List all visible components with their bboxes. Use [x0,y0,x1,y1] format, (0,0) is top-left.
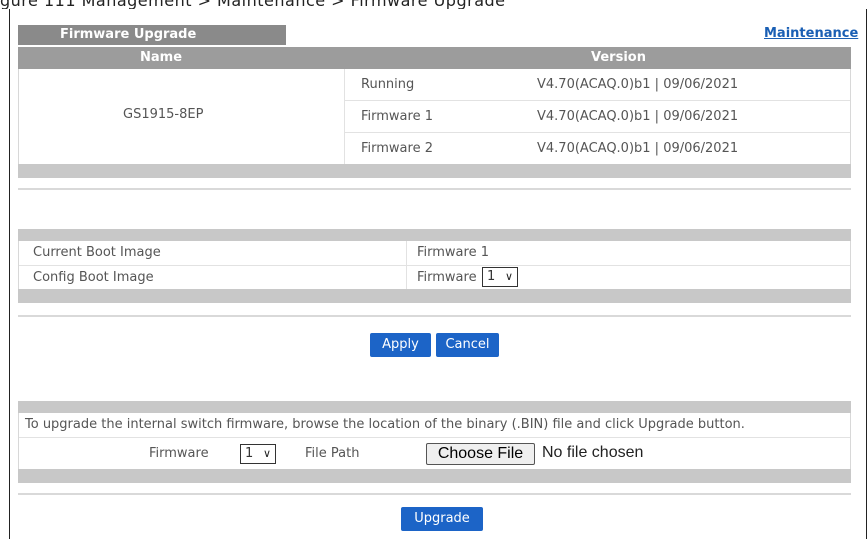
current-boot-value: Firmware 1 [417,245,489,260]
apply-button[interactable]: Apply [370,333,431,357]
current-boot-label: Current Boot Image [33,245,161,260]
firmware-selected: 1 [245,446,254,461]
device-name: GS1915-8EP [123,107,204,122]
version-row-label: Firmware 1 [361,109,433,124]
table-footer-bar [18,164,851,178]
column-divider [344,69,345,164]
boot-image-table: Current Boot Image Firmware 1 Config Boo… [18,241,851,289]
cancel-button[interactable]: Cancel [436,333,499,357]
row-divider [19,437,850,438]
version-table-header: Name Version [18,47,851,69]
version-row-label: Firmware 2 [361,141,433,156]
row-divider [345,132,850,133]
tab-firmware-upgrade[interactable]: Firmware Upgrade [18,25,286,45]
version-row-value: V4.70(ACAQ.0)b1 | 09/06/2021 [537,109,739,124]
upgrade-header-bar [18,401,851,413]
section-divider [18,188,851,190]
upgrade-instructions: To upgrade the internal switch firmware,… [25,417,745,432]
choose-file-button[interactable]: Choose File [426,443,535,465]
column-header-version: Version [591,50,646,65]
frame-border-left [9,9,10,539]
chevron-down-icon: ∨ [262,447,271,460]
firmware-select[interactable]: 1 ∨ [240,444,276,464]
file-path-label: File Path [305,446,360,461]
config-boot-selected: 1 [487,269,496,284]
section-divider [18,493,851,495]
version-row-label: Running [361,77,415,92]
maintenance-link[interactable]: Maintenance [764,26,858,41]
upgrade-button[interactable]: Upgrade [401,507,483,531]
firmware-label: Firmware [149,446,209,461]
section-divider [18,315,851,317]
caption-fragment: gure 111 Management > Maintenance > Firm… [0,0,860,9]
upgrade-footer-bar [18,469,851,483]
chevron-down-icon: ∨ [504,270,513,283]
config-boot-label: Config Boot Image [33,270,154,285]
row-divider [19,265,850,266]
boot-footer-bar [18,289,851,303]
version-row-value: V4.70(ACAQ.0)b1 | 09/06/2021 [537,77,739,92]
column-header-name: Name [140,50,183,65]
version-row-value: V4.70(ACAQ.0)b1 | 09/06/2021 [537,141,739,156]
boot-header-bar [18,229,851,241]
file-status-text: No file chosen [542,444,644,461]
config-boot-select[interactable]: 1 ∨ [482,267,518,287]
version-table: GS1915-8EP Running V4.70(ACAQ.0)b1 | 09/… [18,69,851,164]
config-boot-prefix: Firmware [417,270,477,285]
row-divider [345,100,850,101]
